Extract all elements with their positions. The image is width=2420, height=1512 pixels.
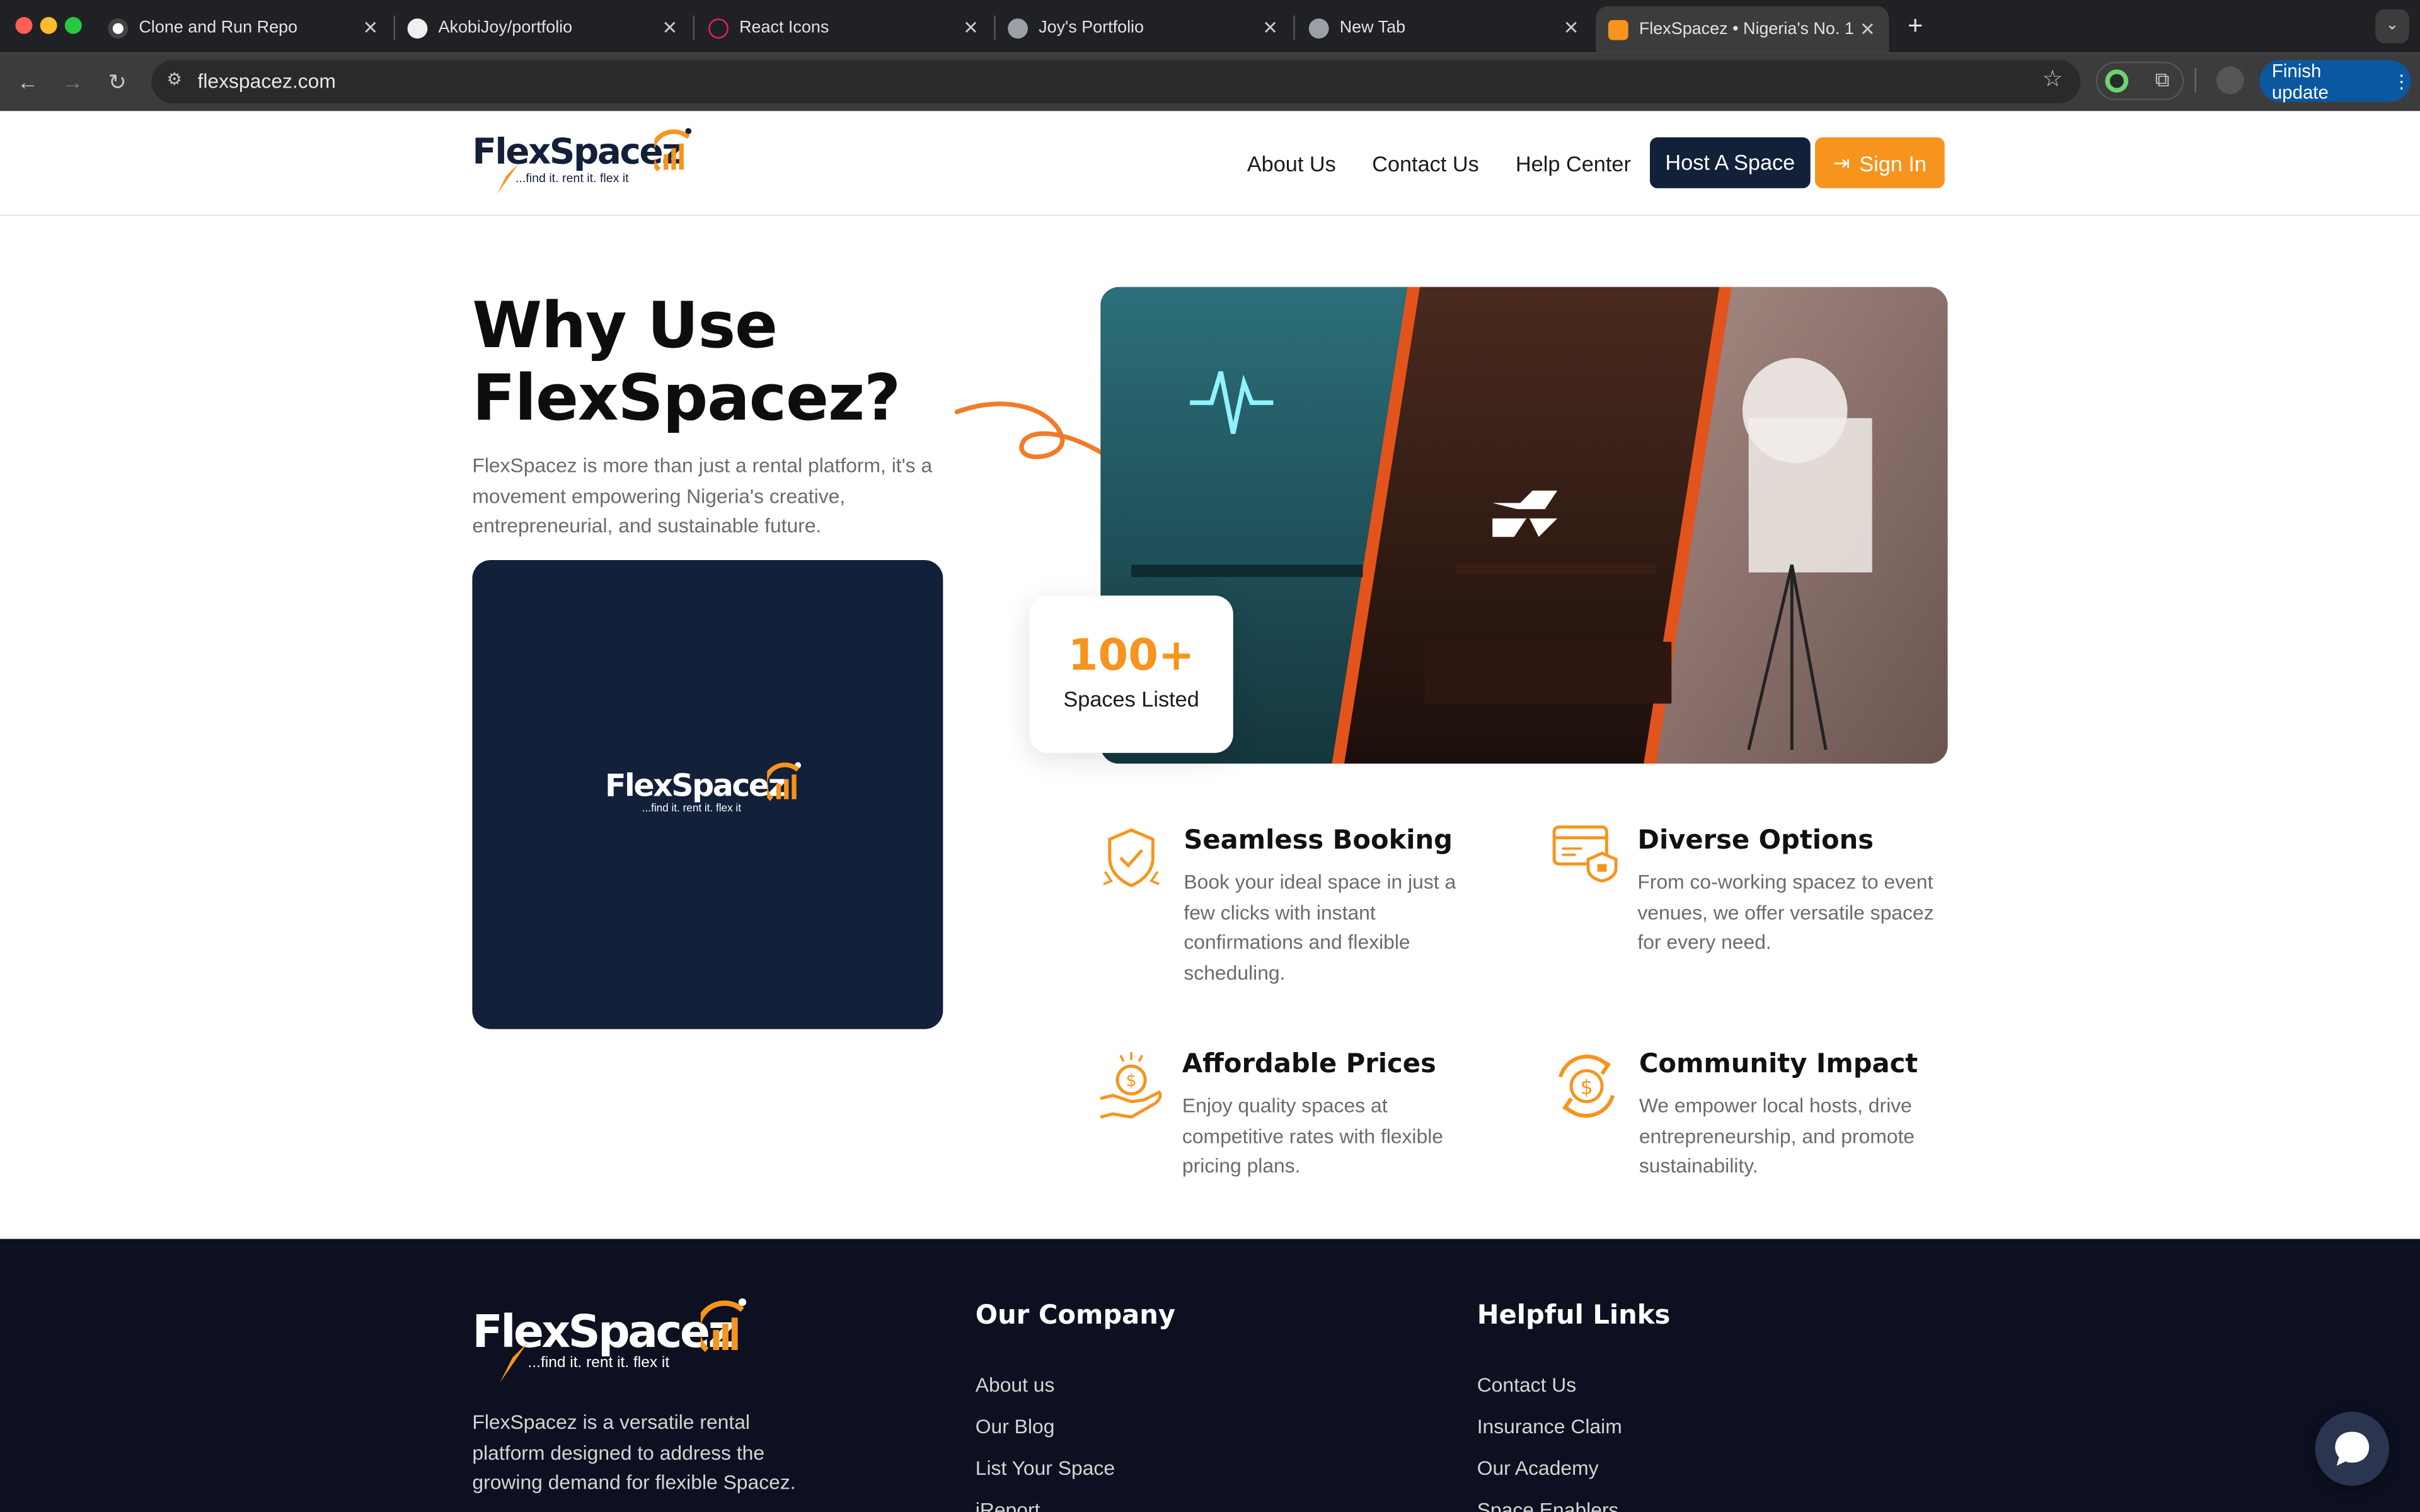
browser-tab[interactable]: React Icons ✕ [696, 6, 992, 50]
tab-divider [693, 15, 695, 40]
puzzle-extensions-icon[interactable]: ⧉ [2148, 66, 2176, 94]
chrome-icon [1308, 18, 1329, 38]
site-header [0, 111, 2420, 216]
svg-text:$: $ [1126, 1071, 1137, 1091]
feature-title: Affordable Prices [1182, 1049, 1436, 1080]
window-maximize-button[interactable] [64, 16, 82, 34]
feature-title: Community Impact [1639, 1049, 1918, 1080]
chat-bubble-icon [2335, 1431, 2370, 1466]
browser-tab[interactable]: Clone and Run Repo ✕ [96, 6, 392, 50]
sign-in-button[interactable]: ⇥ Sign In [1815, 137, 1945, 188]
feature-title: Diverse Options [1637, 825, 1874, 857]
feature-text: We empower local hosts, drive entreprene… [1639, 1094, 1915, 1178]
card-lock-icon [1552, 825, 1618, 883]
toolbar-divider [2194, 67, 2196, 93]
spaces-listed-stat-card: 100+ Spaces Listed [1029, 595, 1233, 753]
chat-widget-button[interactable] [2315, 1411, 2390, 1486]
feature-text: Enjoy quality spaces at competitive rate… [1182, 1094, 1444, 1178]
close-tab-icon[interactable]: ✕ [361, 17, 379, 38]
footer-link-academy[interactable]: Our Academy [1477, 1457, 1599, 1480]
openai-icon [108, 18, 129, 38]
finish-update-button[interactable]: Finish update ⋮ [2259, 59, 2411, 103]
back-icon[interactable]: ← [14, 68, 42, 96]
brand-video-panel[interactable]: FlexSpacez ...find it. rent it. flex it [472, 559, 943, 1029]
site-footer [0, 1239, 2420, 1512]
feature-text: Book your ideal space in just a few clic… [1184, 870, 1456, 984]
feature-title: Seamless Booking [1184, 825, 1453, 857]
footer-link-contact[interactable]: Contact Us [1477, 1373, 1577, 1397]
nav-contact-us[interactable]: Contact Us [1372, 151, 1479, 176]
footer-description: FlexSpacez is a versatile rental platfor… [472, 1410, 796, 1494]
more-menu-icon: ⋮ [2392, 70, 2411, 92]
window-minimize-button[interactable] [40, 16, 57, 34]
panel-logo: FlexSpacez ...find it. rent it. flex it [605, 762, 821, 828]
site-settings-icon[interactable]: ⚙ [164, 69, 185, 91]
stat-value: 100+ [1068, 629, 1195, 681]
footer-link-list-space[interactable]: List Your Space [976, 1457, 1115, 1480]
browser-tab-active[interactable]: FlexSpacez • Nigeria's No. 1 ✕ [1596, 6, 1889, 53]
close-tab-icon[interactable]: ✕ [1261, 17, 1279, 38]
extension-icon[interactable] [2105, 69, 2129, 93]
close-tab-icon[interactable]: ✕ [1562, 17, 1580, 38]
footer-link-blog[interactable]: Our Blog [976, 1415, 1055, 1438]
footer-link-ireport[interactable]: iReport [976, 1498, 1040, 1512]
nav-help-center[interactable]: Help Center [1516, 151, 1631, 176]
logo-tagline: ...find it. rent it. flex it [515, 171, 629, 185]
sign-in-icon: ⇥ [1833, 150, 1850, 174]
panel-logo-wordmark: FlexSpacez [605, 767, 786, 804]
page-title: Why Use FlexSpacez? [472, 288, 901, 435]
logo-bars-icon [654, 128, 692, 172]
feature-text: From co-working spacez to event venues, … [1637, 870, 1934, 954]
globe-icon [1008, 18, 1028, 38]
github-icon [407, 18, 428, 38]
url-text[interactable]: flexspacez.com [197, 69, 335, 93]
dollar-cycle-icon: $ [1558, 1055, 1615, 1118]
panel-logo-bars-icon [767, 762, 802, 801]
window-close-button[interactable] [15, 16, 33, 34]
footer-company-heading: Our Company [975, 1300, 1176, 1332]
close-tab-icon[interactable]: ✕ [962, 17, 980, 38]
footer-link-about[interactable]: About us [976, 1373, 1055, 1397]
react-icon [708, 18, 729, 38]
nav-about-us[interactable]: About Us [1247, 151, 1336, 176]
stat-label: Spaces Listed [1063, 686, 1199, 711]
close-tab-icon[interactable]: ✕ [1858, 18, 1877, 40]
tab-search-button[interactable]: ⌄ [2375, 9, 2409, 43]
hero-lead-text: FlexSpacez is more than just a rental pl… [472, 454, 933, 537]
footer-logo-tagline: ...find it. rent it. flex it [527, 1354, 670, 1372]
browser-tab[interactable]: Joy's Portfolio ✕ [996, 6, 1292, 50]
close-tab-icon[interactable]: ✕ [660, 17, 679, 38]
flexspacez-favicon [1608, 19, 1628, 40]
footer-link-space-enablers[interactable]: Space Enablers [1477, 1498, 1619, 1512]
footer-logo-bars-icon [700, 1298, 747, 1353]
bookmark-star-icon[interactable]: ☆ [2039, 66, 2066, 94]
panel-logo-tagline: ...find it. rent it. flex it [642, 803, 742, 815]
new-tab-button[interactable]: + [1901, 9, 1929, 43]
browser-tab[interactable]: New Tab ✕ [1296, 6, 1593, 50]
footer-logo[interactable]: FlexSpacez ...find it. rent it. flex it [472, 1296, 758, 1389]
browser-tab[interactable]: AkobiJoy/portfolio ✕ [395, 6, 691, 50]
footer-helpful-heading: Helpful Links [1477, 1300, 1671, 1332]
address-bar[interactable] [151, 60, 2081, 104]
forward-icon[interactable]: → [59, 68, 86, 96]
svg-text:$: $ [1580, 1075, 1593, 1099]
footer-link-insurance[interactable]: Insurance Claim [1477, 1415, 1622, 1438]
tab-divider [1293, 15, 1295, 40]
hand-coin-icon: $ [1100, 1052, 1162, 1119]
site-logo[interactable]: FlexSpacez ...find it. rent it. flex it [472, 127, 696, 201]
host-a-space-button[interactable]: Host A Space [1649, 137, 1811, 188]
profile-avatar[interactable] [2216, 66, 2244, 94]
shield-check-icon [1103, 828, 1160, 888]
reload-icon[interactable]: ↻ [103, 68, 131, 96]
